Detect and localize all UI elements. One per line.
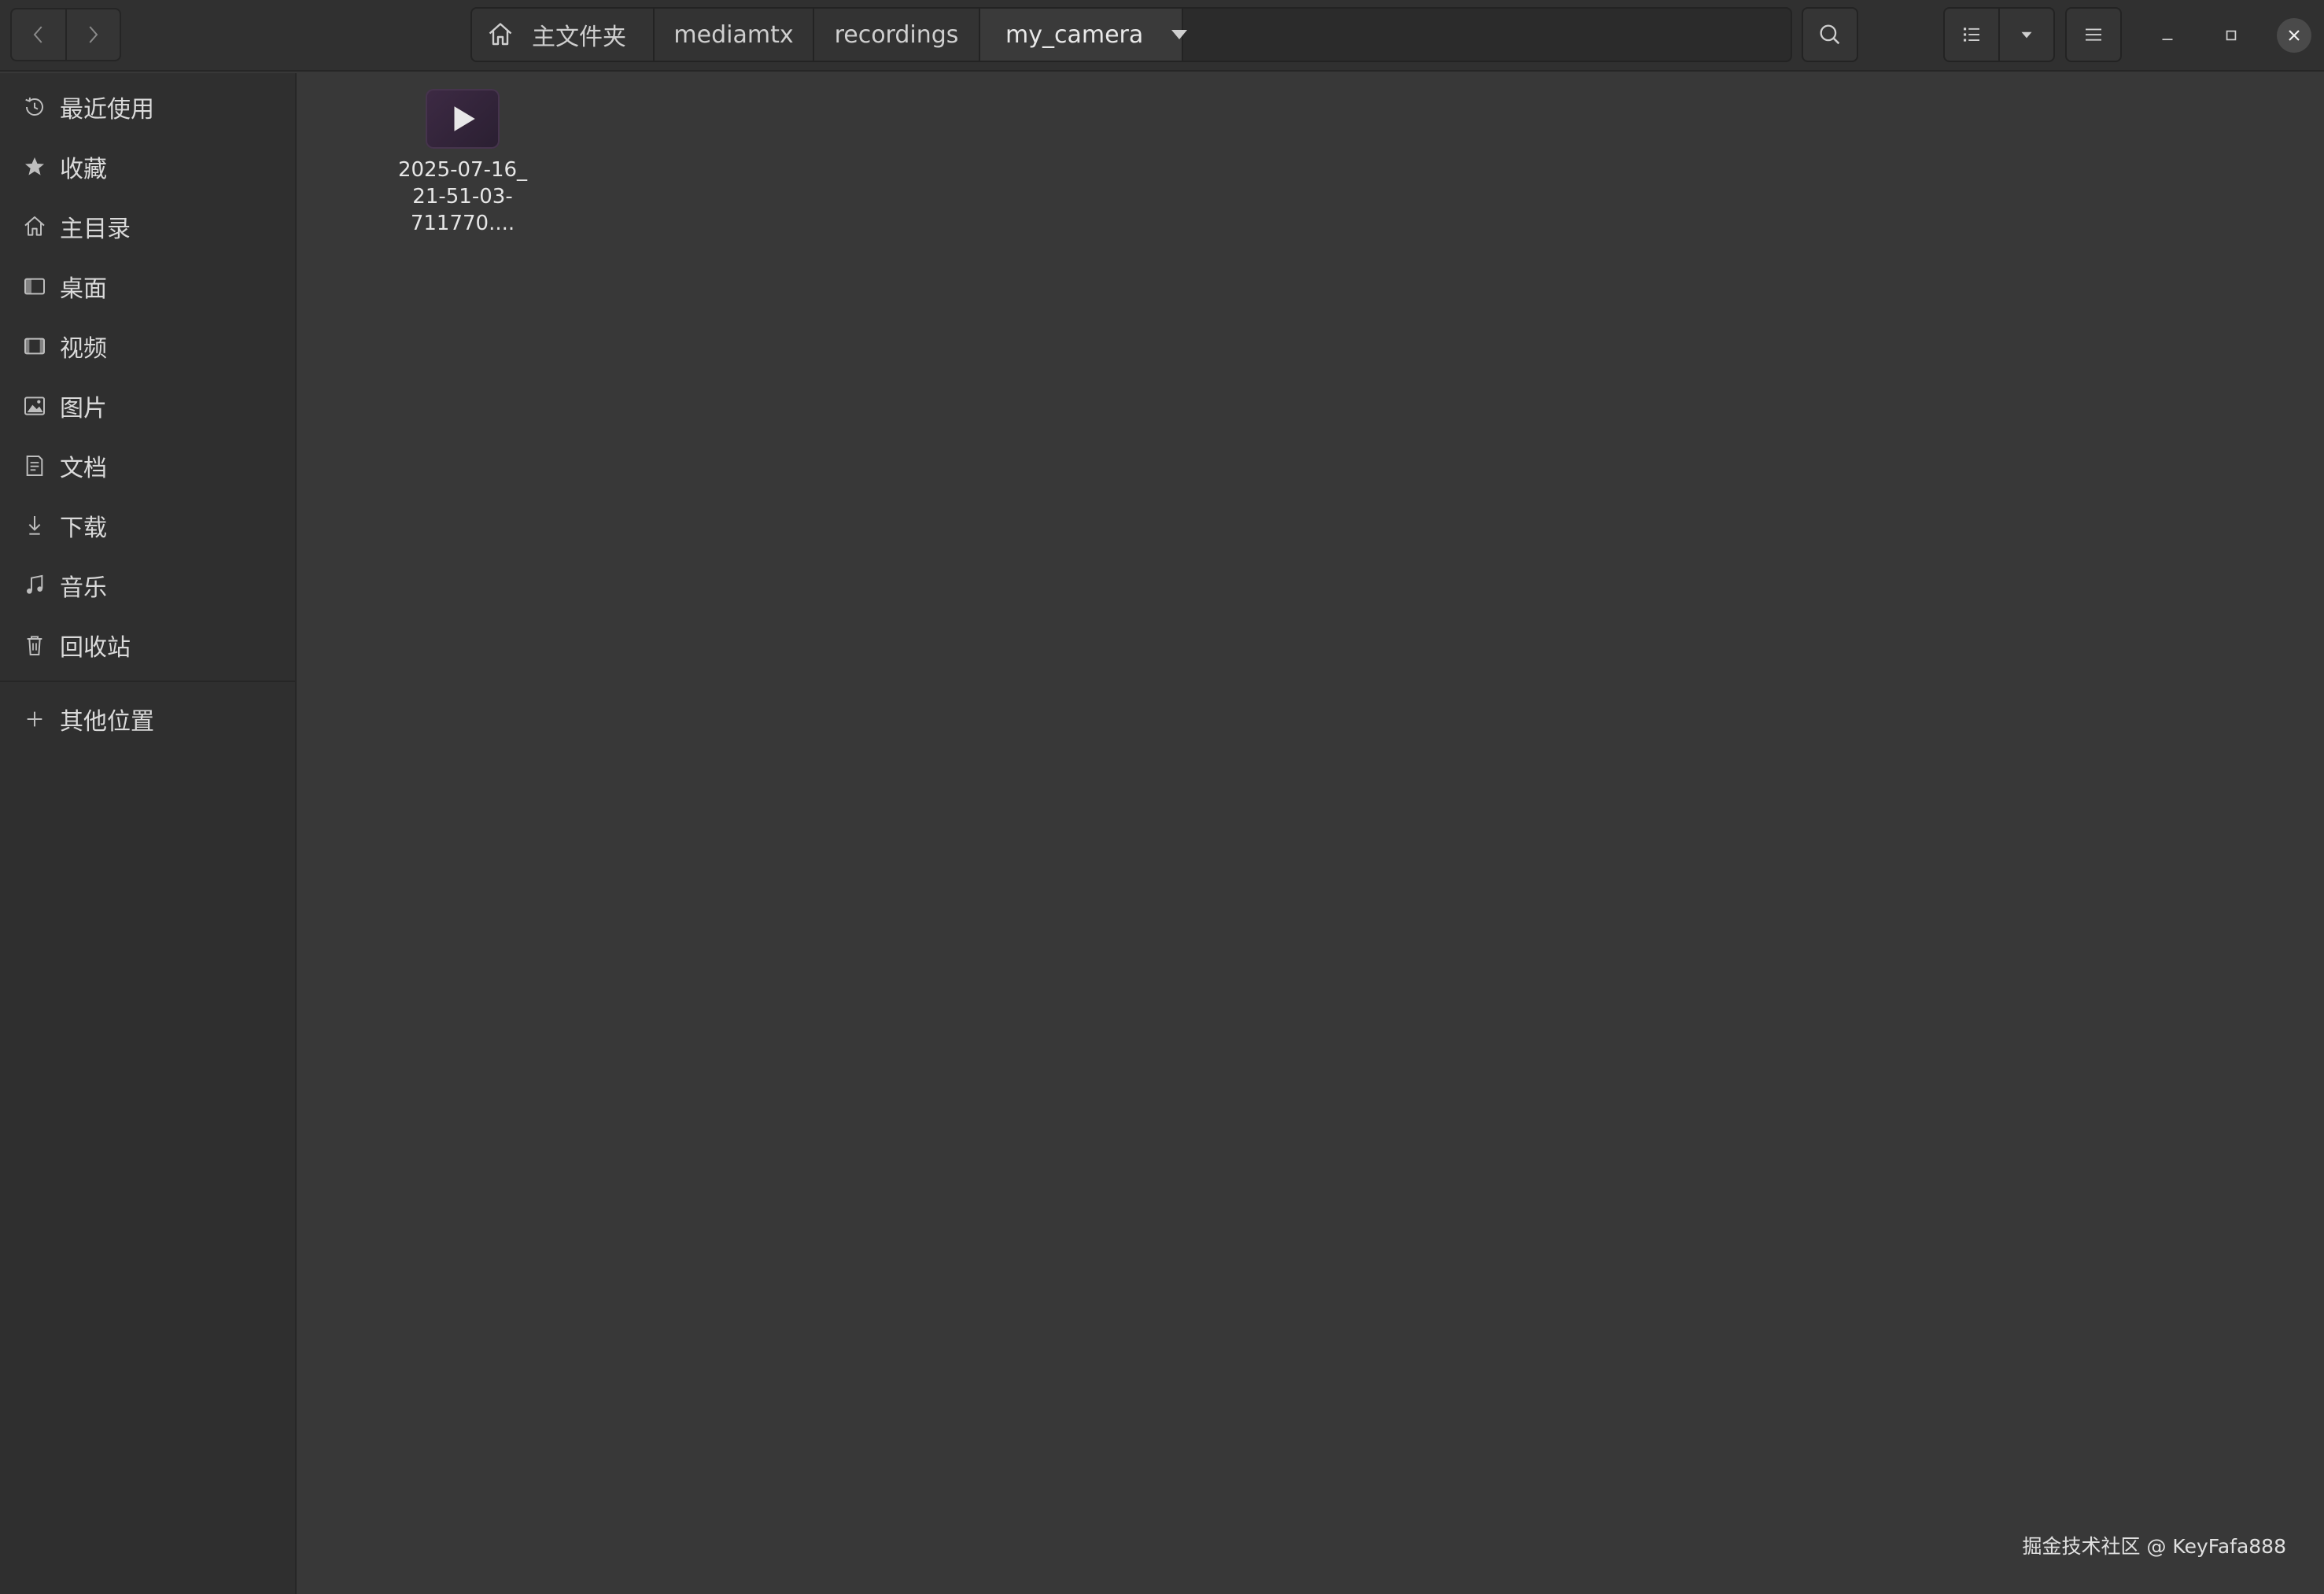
file-name-line: 21-51-03- xyxy=(412,185,513,208)
sidebar-item-label: 下载 xyxy=(60,515,107,542)
sidebar-item-label: 音乐 xyxy=(60,574,107,602)
crumb-label: my_camera xyxy=(1005,20,1144,49)
sidebar-item-downloads[interactable]: 下载 xyxy=(0,498,295,553)
sidebar-item-label: 桌面 xyxy=(60,275,107,303)
search-icon xyxy=(1820,24,1840,45)
desktop-icon xyxy=(24,278,45,295)
hamburger-menu-icon xyxy=(2086,28,2101,41)
sidebar-item-recent[interactable]: 最近使用 xyxy=(0,79,295,135)
maximize-icon xyxy=(2226,30,2237,41)
sidebar-item-label: 视频 xyxy=(60,335,107,363)
view-options-button[interactable] xyxy=(1998,9,2053,61)
file-manager-window: 主文件夹 mediamtx recordings my_camera 最近使用 … xyxy=(0,0,2324,1594)
crumb-mediamtx[interactable]: mediamtx xyxy=(655,9,814,61)
file-name: 2025-07-16_ 21-51-03- 711770.... xyxy=(356,157,569,237)
close-circle xyxy=(2277,18,2311,53)
watermark: 掘金技术社区 @ KeyFafa888 xyxy=(2022,1535,2286,1558)
document-icon xyxy=(26,456,43,476)
maximize-button[interactable] xyxy=(2211,16,2251,55)
sidebar-item-videos[interactable]: 视频 xyxy=(0,319,295,374)
sidebar-item-other-locations[interactable]: 其他位置 xyxy=(0,692,295,747)
file-name-line: 2025-07-16_ xyxy=(397,158,528,182)
path-bar: 主文件夹 mediamtx recordings my_camera xyxy=(470,7,1792,62)
sidebar-item-label: 图片 xyxy=(60,395,107,422)
trash-icon xyxy=(27,636,42,655)
file-item[interactable]: 2025-07-16_ 21-51-03- 711770.... xyxy=(356,89,569,254)
sidebar-item-label: 收藏 xyxy=(60,156,107,183)
image-icon xyxy=(24,397,45,415)
video-thumbnail xyxy=(426,89,500,149)
crumb-home[interactable]: 主文件夹 xyxy=(472,9,655,61)
file-view[interactable]: 2025-07-16_ 21-51-03- 711770.... 掘金技术社区 … xyxy=(298,73,2324,1594)
sidebar-item-label: 回收站 xyxy=(60,634,131,662)
forward-button[interactable] xyxy=(65,9,120,60)
chevron-down-icon xyxy=(2021,31,2032,39)
file-name-line: 711770.... xyxy=(410,212,515,235)
close-icon xyxy=(2289,30,2300,41)
music-icon xyxy=(27,574,43,594)
sidebar-item-label: 其他位置 xyxy=(60,708,154,736)
sidebar-item-label: 主目录 xyxy=(60,216,131,243)
clock-icon xyxy=(25,97,43,116)
home-icon xyxy=(24,216,45,236)
film-icon xyxy=(24,338,45,355)
sidebar-item-pictures[interactable]: 图片 xyxy=(0,378,295,434)
sidebar-divider xyxy=(0,681,295,682)
home-icon xyxy=(489,23,512,46)
plus-icon xyxy=(27,711,42,727)
history-nav xyxy=(10,8,121,61)
chevron-right-icon xyxy=(89,26,98,43)
minimize-button[interactable] xyxy=(2148,16,2187,55)
list-view-button[interactable] xyxy=(1945,9,1998,61)
crumb-label: mediamtx xyxy=(673,20,794,49)
sidebar-item-documents[interactable]: 文档 xyxy=(0,438,295,493)
crumb-current[interactable]: my_camera xyxy=(980,9,1188,61)
back-button[interactable] xyxy=(12,9,65,60)
search-button[interactable] xyxy=(1802,7,1858,62)
minimize-icon xyxy=(2162,39,2173,41)
sidebar-item-music[interactable]: 音乐 xyxy=(0,558,295,613)
places-sidebar: 最近使用 收藏 主目录 桌面 视频 图片 文档 下载 音乐 回收站 其他位置 xyxy=(0,73,297,1594)
header-bar: 主文件夹 mediamtx recordings my_camera xyxy=(0,0,2324,72)
sidebar-item-label: 文档 xyxy=(60,455,107,482)
close-button[interactable] xyxy=(2274,16,2314,55)
crumb-label: recordings xyxy=(834,20,959,49)
sidebar-item-trash[interactable]: 回收站 xyxy=(0,618,295,673)
chevron-left-icon xyxy=(33,26,42,43)
chevron-down-icon[interactable] xyxy=(1171,30,1188,39)
list-view-icon xyxy=(1964,28,1979,42)
main-menu-button[interactable] xyxy=(2065,7,2122,62)
sidebar-item-label: 最近使用 xyxy=(60,96,154,124)
sidebar-item-desktop[interactable]: 桌面 xyxy=(0,259,295,314)
sidebar-item-starred[interactable]: 收藏 xyxy=(0,139,295,194)
sidebar-item-home[interactable]: 主目录 xyxy=(0,199,295,254)
crumb-recordings[interactable]: recordings xyxy=(814,9,980,61)
star-icon xyxy=(25,157,44,175)
view-toggle-group xyxy=(1943,7,2055,62)
crumb-label: 主文件夹 xyxy=(532,24,626,51)
video-play-icon xyxy=(454,106,475,131)
download-icon xyxy=(28,516,41,535)
